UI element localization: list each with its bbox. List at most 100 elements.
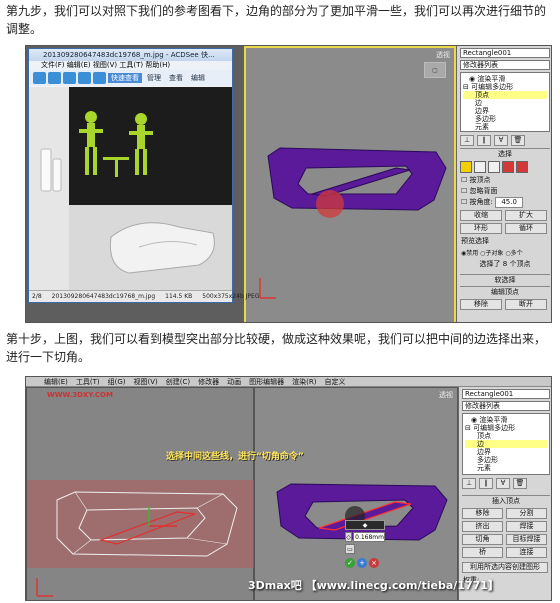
stack-item-edge[interactable]: 边	[463, 99, 547, 107]
ignore-backface-checkbox[interactable]: ☐ 忽略背面	[461, 186, 549, 196]
step9-paragraph: 第九步，我们可以对照下我们的参考图看下，边角的部分为了更加平滑一些，我们可以再次…	[6, 4, 547, 36]
menu-create[interactable]: 创建(C)	[166, 377, 190, 386]
stack-item-edge-2[interactable]: 边	[465, 440, 547, 448]
stack-item-polygon[interactable]: 多边形	[463, 115, 547, 123]
vertex-mode-icon[interactable]	[460, 161, 472, 173]
pin-stack-icon-2[interactable]: ⊥	[462, 478, 476, 489]
viewer-title: 201309280647483dc19768_m.jpg - ACDSee 快.…	[29, 49, 232, 61]
preview-radio-group[interactable]: ◉禁用 ○子对象 ○多个	[461, 248, 549, 257]
by-angle-row[interactable]: ☐ 按角度: 45.0	[461, 197, 549, 208]
object-name-field[interactable]: Rectangle001	[460, 48, 550, 58]
grow-button[interactable]: 扩大	[505, 210, 547, 221]
chamfer-caddy[interactable]: ◆ ◇ 0.168mm ▭ ✓ + ×	[345, 520, 385, 582]
ring-button[interactable]: 环形	[460, 223, 502, 234]
viewcube[interactable]: ▢	[424, 62, 446, 78]
object-name-field-2[interactable]: Rectangle001	[462, 389, 550, 399]
viewer-menu-file[interactable]: 文件(F)	[41, 61, 65, 69]
tab-manage[interactable]: 管理	[144, 73, 164, 83]
chamfer-segments-icon[interactable]: ▭	[345, 544, 355, 554]
stack-item-render-smooth[interactable]: ◉ 渲染平滑	[463, 75, 547, 83]
extrude-button[interactable]: 挤出	[462, 521, 503, 532]
target-weld-button[interactable]: 目标焊接	[506, 534, 547, 545]
screenshot-step9: 透视 ▢ Rectangle001 修改器列表 ◉ 渲染平滑 ⊟ 可编辑多边形 …	[25, 45, 552, 323]
left-viewport[interactable]: WWW.3DXY.COM	[26, 387, 255, 600]
remove-edge-button[interactable]: 移除	[462, 508, 503, 519]
apply-plus-icon[interactable]: +	[357, 558, 367, 568]
menu-customize[interactable]: 自定义	[324, 377, 345, 386]
make-unique-icon-2[interactable]: ∀	[496, 478, 510, 489]
edit-vertex-rollout[interactable]: 编辑顶点	[460, 286, 550, 297]
border-mode-icon[interactable]	[488, 161, 500, 173]
stack-item-render-smooth-2[interactable]: ◉ 渲染平滑	[465, 416, 547, 424]
stack-item-editable-poly[interactable]: ⊟ 可编辑多边形	[463, 83, 547, 91]
command-panel: Rectangle001 修改器列表 ◉ 渲染平滑 ⊟ 可编辑多边形 顶点 边 …	[456, 46, 551, 322]
cancel-x-icon[interactable]: ×	[369, 558, 379, 568]
menu-modifiers[interactable]: 修改器	[198, 377, 219, 386]
remove-button[interactable]: 移除	[460, 299, 502, 310]
show-result-icon-2[interactable]: ∥	[479, 478, 493, 489]
rotate-right-icon[interactable]	[78, 72, 91, 84]
viewer-menu-view[interactable]: 视图(V)	[93, 61, 117, 69]
ok-check-icon[interactable]: ✓	[345, 558, 355, 568]
perspective-viewport[interactable]: 透视 ▢	[244, 46, 456, 322]
edge-mode-icon[interactable]	[474, 161, 486, 173]
shrink-grow-row: 收缩 扩大	[460, 210, 550, 221]
break-button[interactable]: 断开	[505, 299, 547, 310]
menu-tools[interactable]: 工具(T)	[76, 377, 100, 386]
prev-image-icon[interactable]	[33, 72, 46, 84]
loop-button[interactable]: 循环	[505, 223, 547, 234]
menu-view[interactable]: 视图(V)	[134, 377, 158, 386]
viewer-menu-edit[interactable]: 编辑(E)	[67, 61, 91, 69]
split-button[interactable]: 分割	[506, 508, 547, 519]
zoom-icon[interactable]	[93, 72, 106, 84]
viewer-menu-help[interactable]: 帮助(H)	[145, 61, 170, 69]
pin-stack-icon[interactable]: ⊥	[460, 135, 474, 146]
chamfer-amount-field[interactable]: 0.168mm	[353, 532, 385, 542]
angle-spinner[interactable]: 45.0	[495, 197, 524, 208]
step10-paragraph: 第十步，上图，我们可以看到模型突出部分比较硬，做成这种效果呢，我们可以把中间的边…	[6, 332, 547, 364]
insert-vertex-rollout[interactable]: 插入顶点	[462, 495, 550, 506]
shrink-button[interactable]: 收缩	[460, 210, 502, 221]
connect-button[interactable]: 连接	[506, 547, 547, 558]
weld-button[interactable]: 焊接	[506, 521, 547, 532]
tab-view[interactable]: 查看	[166, 73, 186, 83]
stack-item-editable-poly-2[interactable]: ⊟ 可编辑多边形	[465, 424, 547, 432]
by-vertex-checkbox[interactable]: ☐ 按顶点	[461, 175, 549, 185]
selection-status: 选择了 8 个顶点	[479, 260, 531, 268]
element-mode-icon[interactable]	[516, 161, 528, 173]
tab-edit[interactable]: 编辑	[188, 73, 208, 83]
rotate-left-icon[interactable]	[63, 72, 76, 84]
bridge-button[interactable]: 桥	[462, 547, 503, 558]
show-result-icon[interactable]: ∥	[477, 135, 491, 146]
stack-item-vertex-2[interactable]: 顶点	[465, 432, 547, 440]
menu-animation[interactable]: 动画	[227, 377, 241, 386]
ring-loop-row: 环形 循环	[460, 223, 550, 234]
soft-select-rollout[interactable]: 软选择	[460, 274, 550, 285]
stack-item-border[interactable]: 边界	[463, 107, 547, 115]
chamfer-button[interactable]: 切角	[462, 534, 503, 545]
modifier-list-dropdown-2[interactable]: 修改器列表	[462, 401, 550, 411]
wireframe-model	[27, 480, 255, 597]
menu-edit[interactable]: 编辑(E)	[44, 377, 68, 386]
polygon-mode-icon[interactable]	[502, 161, 514, 173]
stack-item-border-2[interactable]: 边界	[465, 448, 547, 456]
stack-item-polygon-2[interactable]: 多边形	[465, 456, 547, 464]
menu-group[interactable]: 组(G)	[108, 377, 126, 386]
perspective-viewport-2[interactable]: 透视 ◆ ◇ 0.168mm ▭ ✓ + ×	[254, 387, 458, 600]
tab-quick-view[interactable]: 快速查看	[108, 73, 142, 83]
stack-item-vertex[interactable]: 顶点	[463, 91, 547, 99]
menu-rendering[interactable]: 渲染(R)	[292, 377, 316, 386]
modifier-list-dropdown[interactable]: 修改器列表	[460, 60, 550, 70]
stack-item-element-2[interactable]: 元素	[465, 464, 547, 472]
menu-graph-editors[interactable]: 图形编辑器	[249, 377, 284, 386]
create-shape-button[interactable]: 利用所选内容创建图形	[462, 562, 550, 573]
remove-modifier-icon-2[interactable]: 🗑	[513, 478, 527, 489]
make-unique-icon[interactable]: ∀	[494, 135, 508, 146]
stack-item-element[interactable]: 元素	[463, 123, 547, 131]
remove-modifier-icon[interactable]: 🗑	[511, 135, 525, 146]
stack-tools-2: ⊥ ∥ ∀ 🗑	[462, 478, 550, 489]
command-panel-2: Rectangle001 修改器列表 ◉ 渲染平滑 ⊟ 可编辑多边形 顶点 边 …	[458, 387, 551, 600]
select-rollout-header[interactable]: 选择	[460, 148, 550, 159]
next-image-icon[interactable]	[48, 72, 61, 84]
viewer-menu-tools[interactable]: 工具(T)	[119, 61, 143, 69]
